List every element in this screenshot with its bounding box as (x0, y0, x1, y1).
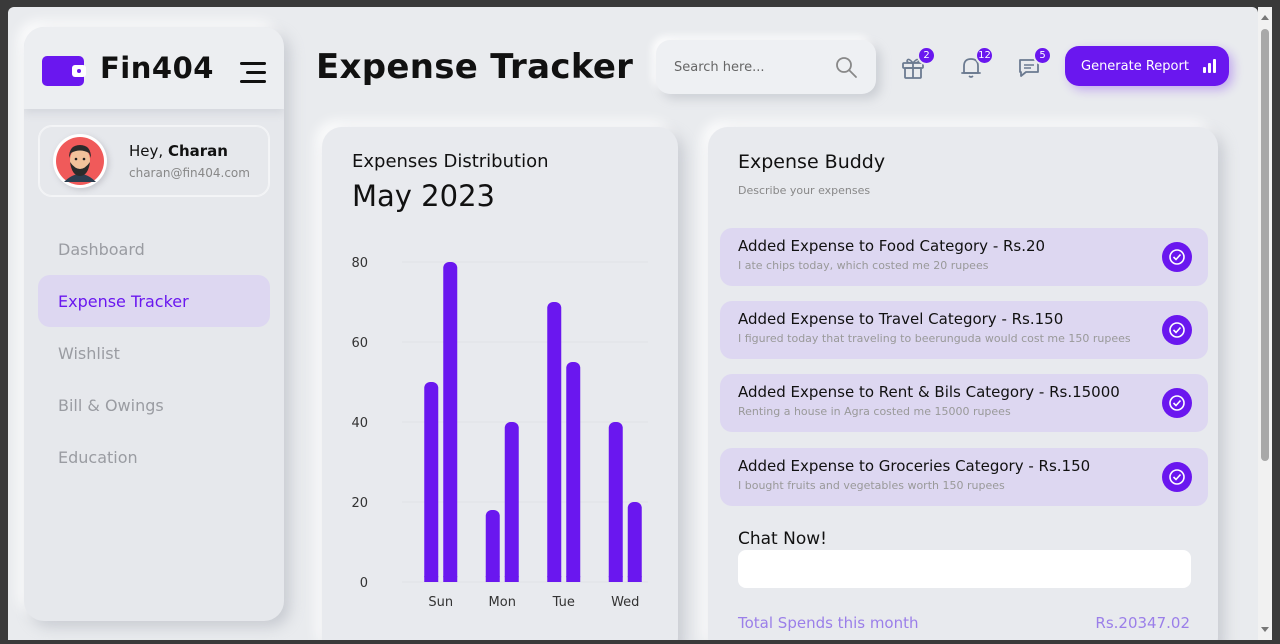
brand-name: Fin404 (100, 51, 214, 85)
y-tick-label: 40 (351, 416, 368, 431)
bar[interactable] (443, 262, 458, 582)
chart-title: Expenses Distribution (352, 151, 549, 172)
expense-item-desc: I figured today that traveling to beerun… (738, 332, 1131, 345)
chat-label: Chat Now! (738, 529, 827, 549)
avatar-illustration-icon (56, 137, 104, 185)
bar[interactable] (424, 382, 439, 582)
bar[interactable] (627, 502, 642, 582)
check-circle-icon[interactable] (1162, 242, 1192, 272)
search-icon[interactable] (834, 55, 858, 79)
y-tick-label: 80 (351, 256, 368, 271)
x-tick-label: Sun (428, 595, 453, 610)
sidebar-item-wishlist[interactable]: Wishlist (38, 327, 270, 379)
gift-badge: 2 (917, 46, 936, 65)
check-circle-icon[interactable] (1162, 462, 1192, 492)
sidebar-item-dashboard[interactable]: Dashboard (38, 223, 270, 275)
expense-item-title: Added Expense to Rent & Bils Category - … (738, 383, 1120, 401)
hamburger-menu-icon[interactable] (240, 61, 266, 83)
scroll-down-icon[interactable] (1261, 627, 1269, 632)
expense-item-title: Added Expense to Groceries Category - Rs… (738, 457, 1091, 475)
app-window: Fin404 Hey, Charan charan@fin404.com Das… (8, 7, 1258, 640)
generate-report-button[interactable]: Generate Report (1065, 46, 1229, 86)
bar-base (566, 576, 581, 582)
buddy-subtitle: Describe your expenses (738, 184, 871, 197)
brand-bar: Fin404 (24, 27, 284, 109)
expense-item[interactable]: Added Expense to Rent & Bils Category - … (720, 374, 1208, 432)
bar-base (443, 576, 458, 582)
total-spends-value: Rs.20347.02 (1095, 614, 1190, 632)
expense-item-title: Added Expense to Travel Category - Rs.15… (738, 310, 1064, 328)
avatar (53, 134, 107, 188)
bar-base (608, 576, 623, 582)
bar-base (547, 576, 562, 582)
bar[interactable] (547, 302, 562, 582)
bell-badge: 12 (975, 46, 994, 65)
sidebar: Fin404 Hey, Charan charan@fin404.com Das… (24, 27, 284, 621)
expense-item[interactable]: Added Expense to Groceries Category - Rs… (720, 448, 1208, 506)
expense-item[interactable]: Added Expense to Food Category - Rs.20 I… (720, 228, 1208, 286)
x-tick-label: Mon (489, 595, 516, 610)
bar-base (424, 576, 439, 582)
bar-base (485, 576, 500, 582)
bar-chart-icon (1202, 59, 1216, 73)
sidebar-nav: Dashboard Expense Tracker Wishlist Bill … (24, 223, 284, 483)
x-tick-label: Wed (611, 595, 639, 610)
buddy-title: Expense Buddy (738, 151, 886, 173)
bar[interactable] (485, 510, 500, 582)
check-circle-icon[interactable] (1162, 388, 1192, 418)
y-tick-label: 60 (351, 336, 368, 351)
user-name: Charan (167, 142, 228, 160)
sidebar-item-education[interactable]: Education (38, 431, 270, 483)
bar[interactable] (504, 422, 519, 582)
wallet-logo-icon (42, 56, 86, 86)
search-input[interactable] (674, 59, 824, 75)
expense-buddy-card: Expense Buddy Describe your expenses Add… (708, 127, 1218, 640)
bar-base (504, 576, 519, 582)
search-box (656, 40, 876, 94)
messages-button[interactable]: 5 (1016, 46, 1052, 80)
expense-item-desc: I ate chips today, which costed me 20 ru… (738, 259, 989, 272)
expenses-distribution-card: 0 20 40 60 80 Sun Mon Tue Wed Expenses Distribut… (322, 127, 678, 640)
check-circle-icon[interactable] (1162, 315, 1192, 345)
expense-item-title: Added Expense to Food Category - Rs.20 (738, 237, 1046, 255)
user-greeting: Hey, Charan (129, 142, 228, 160)
expense-item[interactable]: Added Expense to Travel Category - Rs.15… (720, 301, 1208, 359)
scroll-up-icon[interactable] (1261, 15, 1269, 20)
x-tick-label: Tue (552, 595, 575, 610)
notifications-button[interactable]: 12 (958, 46, 994, 80)
total-spends-label: Total Spends this month (738, 614, 919, 632)
bar[interactable] (566, 362, 581, 582)
chat-input[interactable] (738, 550, 1191, 588)
user-email: charan@fin404.com (129, 166, 250, 180)
sidebar-item-bill-owings[interactable]: Bill & Owings (38, 379, 270, 431)
scroll-thumb[interactable] (1261, 29, 1269, 461)
generate-report-label: Generate Report (1081, 58, 1189, 74)
sidebar-item-expense-tracker[interactable]: Expense Tracker (38, 275, 270, 327)
bar[interactable] (608, 422, 623, 582)
y-tick-label: 20 (351, 496, 368, 511)
scrollbar[interactable] (1258, 7, 1272, 640)
gift-button[interactable]: 2 (900, 46, 936, 80)
user-profile-card[interactable]: Hey, Charan charan@fin404.com (38, 125, 270, 197)
expense-item-desc: Renting a house in Agra costed me 15000 … (738, 405, 1011, 418)
page-title: Expense Tracker (316, 47, 634, 87)
expense-item-desc: I bought fruits and vegetables worth 150… (738, 479, 1005, 492)
chart-month: May 2023 (352, 179, 495, 213)
y-tick-label: 0 (360, 576, 368, 591)
messages-badge: 5 (1033, 46, 1052, 65)
bar-base (627, 576, 642, 582)
